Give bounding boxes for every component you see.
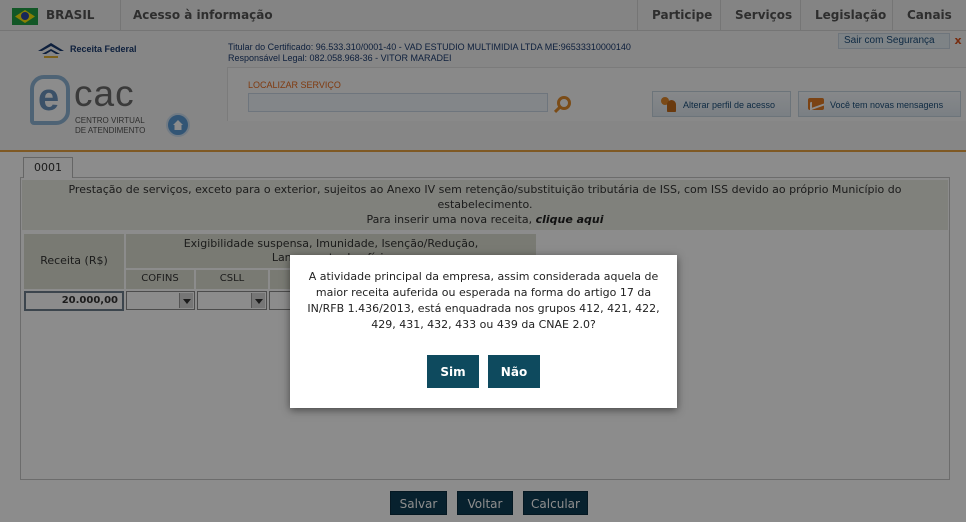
confirmation-dialog: A atividade principal da empresa, assim …: [290, 255, 677, 408]
yes-button[interactable]: Sim: [427, 355, 479, 388]
no-button[interactable]: Não: [488, 355, 540, 388]
dialog-question: A atividade principal da empresa, assim …: [307, 270, 660, 331]
